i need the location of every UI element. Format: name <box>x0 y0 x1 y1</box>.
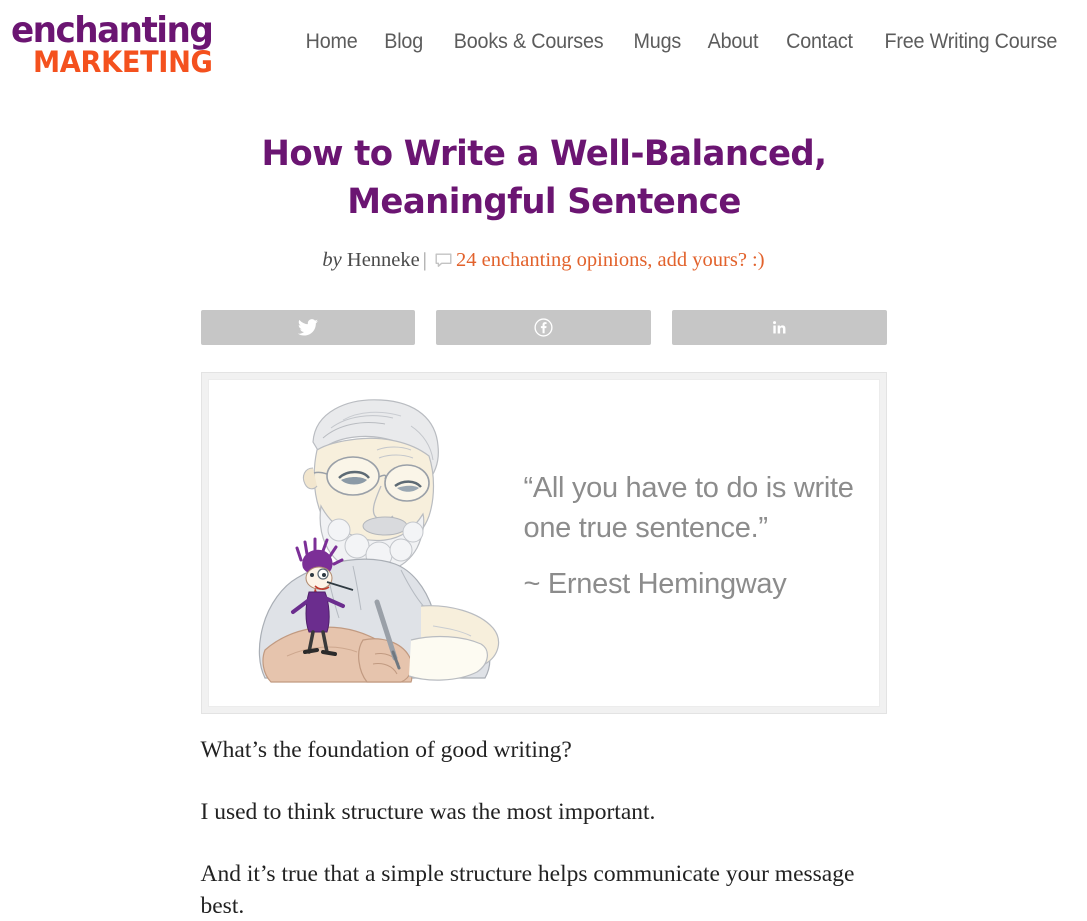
share-button-twitter[interactable] <box>200 310 416 345</box>
logo-text-enchanting: enchanting <box>11 10 214 51</box>
share-buttons <box>200 310 887 345</box>
nav-item-free-writing-course[interactable]: Free Writing Course <box>885 30 1058 54</box>
paragraph-3: And it’s true that a simple structure he… <box>200 861 855 919</box>
facebook-f-icon <box>534 318 553 337</box>
featured-quote-text: “All you have to do is write one true se… <box>523 472 854 544</box>
linkedin-in-icon <box>771 319 788 336</box>
speech-bubble-icon <box>435 251 452 273</box>
byline-by-word: by <box>322 249 342 271</box>
nav-item-blog[interactable]: Blog <box>385 30 424 54</box>
twitter-bird-icon <box>297 319 318 336</box>
featured-image-frame: “All you have to do is write one true se… <box>200 372 887 714</box>
share-button-linkedin[interactable] <box>671 310 887 345</box>
byline-separator: | <box>422 249 427 271</box>
byline-author: Henneke <box>346 249 420 271</box>
site-header: enchanting MARKETING Home Blog Books & C… <box>0 0 1087 96</box>
nav-item-books-and-courses[interactable]: Books & Courses <box>453 30 603 54</box>
article: How to Write a Well-Balanced, Meaningful… <box>200 96 887 921</box>
nav-item-contact[interactable]: Contact <box>786 30 853 54</box>
hemingway-illustration <box>258 399 499 683</box>
nav-item-home[interactable]: Home <box>306 30 358 54</box>
nav-item-mugs[interactable]: Mugs <box>633 30 681 54</box>
logo-text-marketing: MARKETING <box>33 45 213 79</box>
nav-item-about[interactable]: About <box>708 30 759 54</box>
featured-quote-block: “All you have to do is write one true se… <box>523 468 879 604</box>
site-logo[interactable]: enchanting MARKETING <box>11 10 214 79</box>
comments-link[interactable]: 24 enchanting opinions, add yours? :) <box>456 249 765 271</box>
paragraph-2: I used to think structure was the most i… <box>200 799 656 825</box>
byline: by Henneke | 24 enchanting opinions, add … <box>201 249 887 273</box>
paragraph-1: What’s the foundation of good writing? <box>200 737 572 763</box>
post-body: What’s the foundation of good writing? I… <box>201 734 887 921</box>
featured-quote-attribution: ~ Ernest Hemingway <box>523 568 787 600</box>
featured-image: “All you have to do is write one true se… <box>207 379 880 707</box>
page-title: How to Write a Well-Balanced, Meaningful… <box>261 134 827 222</box>
main-navigation: Home Blog Books & Courses Mugs About Con… <box>304 30 1063 54</box>
share-button-facebook[interactable] <box>436 310 651 345</box>
